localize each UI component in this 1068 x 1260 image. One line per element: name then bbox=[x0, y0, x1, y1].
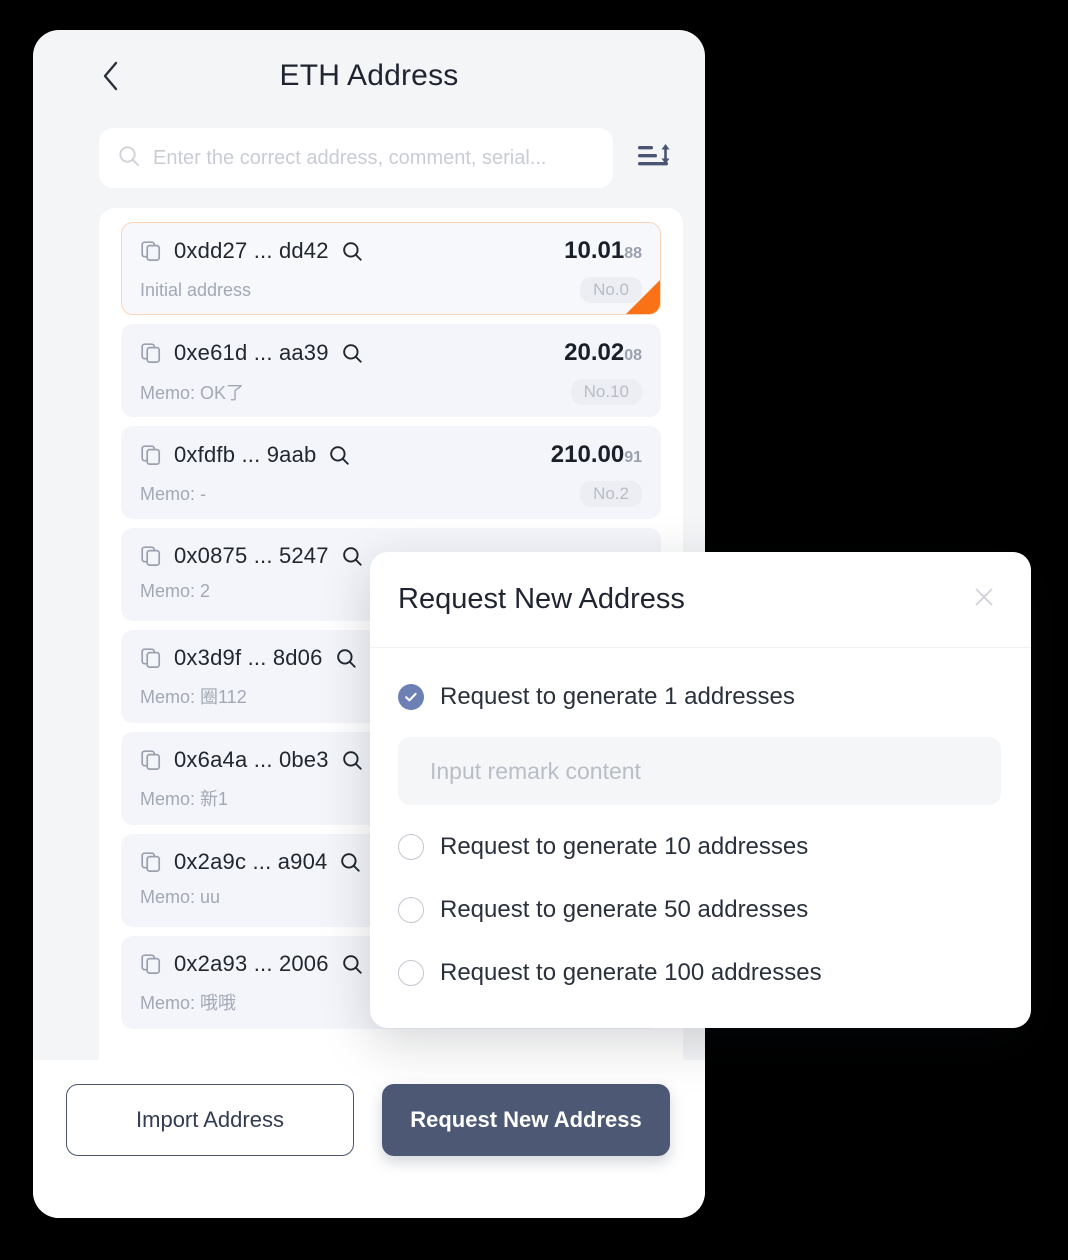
corner-flag-icon bbox=[626, 280, 660, 314]
modal-title: Request New Address bbox=[398, 583, 685, 615]
import-address-button[interactable]: Import Address bbox=[66, 1084, 354, 1156]
option-label: Request to generate 50 addresses bbox=[440, 896, 809, 923]
radio-unchecked-icon[interactable] bbox=[398, 960, 424, 986]
memo-text: Memo: - bbox=[140, 483, 207, 504]
modal-header: Request New Address bbox=[370, 552, 1031, 648]
memo-text: Memo: 圈112 bbox=[140, 687, 247, 707]
balance-integer: 10.01 bbox=[564, 237, 625, 264]
balance-fraction: 88 bbox=[624, 245, 642, 262]
radio-checked-icon[interactable] bbox=[398, 684, 424, 710]
request-new-address-modal: Request New Address Request to generate … bbox=[370, 552, 1031, 1028]
address-text: 0x0875 ... 5247 bbox=[174, 543, 329, 568]
copy-icon[interactable] bbox=[140, 953, 162, 975]
copy-icon[interactable] bbox=[140, 240, 162, 262]
footer-actions: Import Address Request New Address bbox=[33, 1060, 705, 1218]
memo-text: Memo: OK了 bbox=[140, 383, 245, 403]
address-text: 0x2a93 ... 2006 bbox=[174, 951, 329, 976]
address-text: 0x2a9c ... a904 bbox=[174, 849, 328, 874]
chevron-left-icon bbox=[101, 60, 121, 92]
copy-icon[interactable] bbox=[140, 749, 162, 771]
search-icon[interactable] bbox=[335, 647, 358, 670]
page-header: ETH Address bbox=[33, 30, 705, 122]
remark-input[interactable] bbox=[430, 757, 969, 785]
balance-integer: 20.02 bbox=[564, 339, 625, 366]
balance-fraction: 91 bbox=[624, 449, 642, 466]
remark-field-wrapper[interactable] bbox=[398, 737, 1001, 805]
search-icon[interactable] bbox=[341, 953, 364, 976]
search-icon[interactable] bbox=[341, 749, 364, 772]
copy-icon[interactable] bbox=[140, 851, 162, 873]
serial-badge: No.10 bbox=[570, 379, 642, 405]
search-icon[interactable] bbox=[341, 545, 364, 568]
address-text: 0xdd27 ... dd42 bbox=[174, 238, 329, 263]
radio-unchecked-icon[interactable] bbox=[398, 897, 424, 923]
request-new-address-button[interactable]: Request New Address bbox=[382, 1084, 670, 1156]
address-text: 0x6a4a ... 0be3 bbox=[174, 747, 329, 772]
option-row-50[interactable]: Request to generate 50 addresses bbox=[398, 889, 1001, 931]
copy-icon[interactable] bbox=[140, 545, 162, 567]
address-card-top: 0xdd27 ... dd42 10.0188 bbox=[140, 237, 642, 265]
option-label: Request to generate 100 addresses bbox=[440, 959, 822, 986]
address-text: 0x3d9f ... 8d06 bbox=[174, 645, 323, 670]
address-card-bottom: Memo: - No.2 bbox=[140, 481, 642, 507]
address-text: 0xfdfb ... 9aab bbox=[174, 442, 317, 467]
memo-text: Memo: 2 bbox=[140, 581, 211, 601]
copy-icon[interactable] bbox=[140, 342, 162, 364]
address-text: 0xe61d ... aa39 bbox=[174, 340, 329, 365]
memo-text: Memo: 哦哦 bbox=[140, 993, 237, 1013]
search-icon bbox=[117, 144, 141, 173]
memo-text: Memo: 新1 bbox=[140, 789, 229, 809]
address-card-top: 0xfdfb ... 9aab 210.0091 bbox=[140, 441, 642, 469]
option-label: Request to generate 1 addresses bbox=[440, 683, 795, 710]
modal-body: Request to generate 1 addresses Request … bbox=[370, 648, 1031, 994]
page-title: ETH Address bbox=[279, 59, 459, 92]
option-row-1[interactable]: Request to generate 1 addresses bbox=[398, 676, 1001, 718]
search-input[interactable] bbox=[153, 146, 595, 170]
search-box[interactable] bbox=[99, 128, 613, 188]
address-card-bottom: Memo: OK了 No.10 bbox=[140, 379, 642, 405]
memo-text: Memo: uu bbox=[140, 887, 221, 907]
search-icon[interactable] bbox=[341, 240, 364, 263]
back-button[interactable] bbox=[91, 56, 131, 96]
option-label: Request to generate 10 addresses bbox=[440, 833, 809, 860]
search-icon[interactable] bbox=[341, 342, 364, 365]
option-row-10[interactable]: Request to generate 10 addresses bbox=[398, 826, 1001, 868]
sort-icon bbox=[635, 138, 675, 179]
serial-badge: No.2 bbox=[580, 481, 642, 507]
balance-amount: 20.0208 bbox=[564, 339, 642, 367]
address-card-bottom: Initial address No.0 bbox=[140, 277, 642, 303]
balance-integer: 210.00 bbox=[550, 441, 625, 468]
search-icon[interactable] bbox=[328, 444, 351, 467]
radio-unchecked-icon[interactable] bbox=[398, 834, 424, 860]
address-card-top: 0xe61d ... aa39 20.0208 bbox=[140, 339, 642, 367]
address-card[interactable]: 0xfdfb ... 9aab 210.0091 Memo: - No.2 bbox=[121, 426, 661, 519]
search-row bbox=[33, 122, 705, 194]
balance-fraction: 08 bbox=[624, 347, 642, 364]
address-card[interactable]: 0xdd27 ... dd42 10.0188 Initial address No.… bbox=[121, 222, 661, 315]
copy-icon[interactable] bbox=[140, 444, 162, 466]
balance-amount: 10.0188 bbox=[564, 237, 642, 265]
copy-icon[interactable] bbox=[140, 647, 162, 669]
search-icon[interactable] bbox=[339, 851, 362, 874]
close-icon bbox=[972, 585, 996, 614]
balance-amount: 210.0091 bbox=[551, 441, 642, 469]
option-row-100[interactable]: Request to generate 100 addresses bbox=[398, 952, 1001, 994]
close-button[interactable] bbox=[967, 583, 1001, 617]
address-card[interactable]: 0xe61d ... aa39 20.0208 Memo: OK了 No.10 bbox=[121, 324, 661, 417]
sort-button[interactable] bbox=[627, 130, 683, 186]
memo-text: Initial address bbox=[140, 279, 252, 300]
